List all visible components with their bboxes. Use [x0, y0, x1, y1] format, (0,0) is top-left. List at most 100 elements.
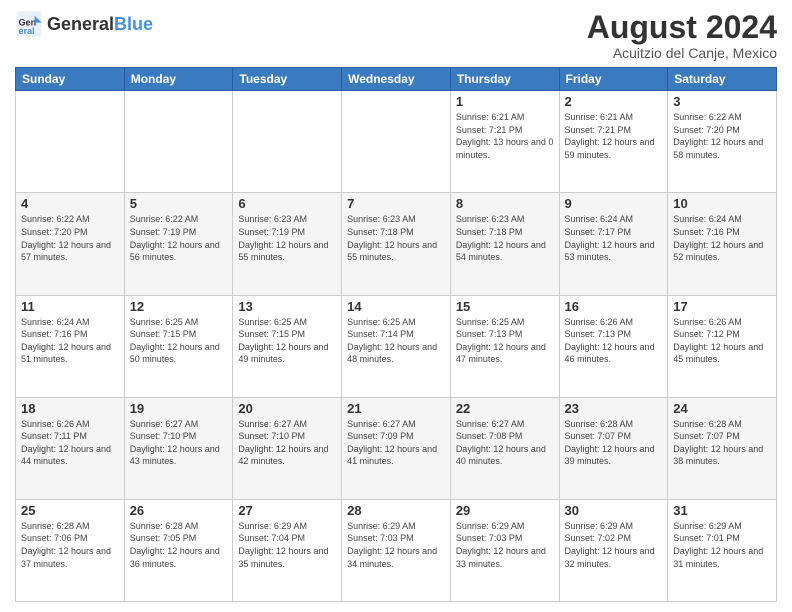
day-info: Sunrise: 6:29 AM Sunset: 7:02 PM Dayligh… — [565, 520, 663, 570]
day-number: 20 — [238, 401, 336, 416]
col-monday: Monday — [124, 68, 233, 91]
table-row: 8 Sunrise: 6:23 AM Sunset: 7:18 PM Dayli… — [450, 193, 559, 295]
calendar-week-row: 25 Sunrise: 6:28 AM Sunset: 7:06 PM Dayl… — [16, 499, 777, 601]
table-row: 29 Sunrise: 6:29 AM Sunset: 7:03 PM Dayl… — [450, 499, 559, 601]
day-number: 14 — [347, 299, 445, 314]
calendar-table: Sunday Monday Tuesday Wednesday Thursday… — [15, 67, 777, 602]
table-row: 12 Sunrise: 6:25 AM Sunset: 7:15 PM Dayl… — [124, 295, 233, 397]
table-row: 5 Sunrise: 6:22 AM Sunset: 7:19 PM Dayli… — [124, 193, 233, 295]
day-number: 15 — [456, 299, 554, 314]
day-info: Sunrise: 6:28 AM Sunset: 7:05 PM Dayligh… — [130, 520, 228, 570]
day-info: Sunrise: 6:25 AM Sunset: 7:15 PM Dayligh… — [130, 316, 228, 366]
logo-icon: Gen eral — [15, 10, 43, 38]
day-number: 6 — [238, 196, 336, 211]
day-info: Sunrise: 6:24 AM Sunset: 7:16 PM Dayligh… — [673, 213, 771, 263]
col-tuesday: Tuesday — [233, 68, 342, 91]
sunrise-text: Sunrise: 6:26 AM — [565, 317, 634, 327]
day-info: Sunrise: 6:28 AM Sunset: 7:06 PM Dayligh… — [21, 520, 119, 570]
day-number: 31 — [673, 503, 771, 518]
daylight-text: Daylight: 12 hours and 38 minutes. — [673, 444, 763, 467]
table-row: 25 Sunrise: 6:28 AM Sunset: 7:06 PM Dayl… — [16, 499, 125, 601]
sunrise-text: Sunrise: 6:28 AM — [673, 419, 742, 429]
table-row: 16 Sunrise: 6:26 AM Sunset: 7:13 PM Dayl… — [559, 295, 668, 397]
sunset-text: Sunset: 7:13 PM — [456, 329, 523, 339]
sunset-text: Sunset: 7:07 PM — [673, 431, 740, 441]
day-info: Sunrise: 6:21 AM Sunset: 7:21 PM Dayligh… — [456, 111, 554, 161]
daylight-text: Daylight: 12 hours and 55 minutes. — [238, 240, 328, 263]
day-info: Sunrise: 6:27 AM Sunset: 7:10 PM Dayligh… — [130, 418, 228, 468]
sunset-text: Sunset: 7:11 PM — [21, 431, 87, 441]
table-row: 7 Sunrise: 6:23 AM Sunset: 7:18 PM Dayli… — [342, 193, 451, 295]
day-info: Sunrise: 6:29 AM Sunset: 7:03 PM Dayligh… — [456, 520, 554, 570]
title-block: August 2024 Acuitzio del Canje, Mexico — [587, 10, 777, 61]
table-row: 23 Sunrise: 6:28 AM Sunset: 7:07 PM Dayl… — [559, 397, 668, 499]
sunrise-text: Sunrise: 6:29 AM — [456, 521, 525, 531]
sunrise-text: Sunrise: 6:21 AM — [565, 112, 634, 122]
main-title: August 2024 — [587, 10, 777, 45]
sunset-text: Sunset: 7:02 PM — [565, 533, 632, 543]
daylight-text: Daylight: 12 hours and 32 minutes. — [565, 546, 655, 569]
col-saturday: Saturday — [668, 68, 777, 91]
day-number: 26 — [130, 503, 228, 518]
sunset-text: Sunset: 7:15 PM — [238, 329, 305, 339]
day-info: Sunrise: 6:22 AM Sunset: 7:20 PM Dayligh… — [673, 111, 771, 161]
sunset-text: Sunset: 7:01 PM — [673, 533, 740, 543]
table-row — [342, 91, 451, 193]
table-row: 13 Sunrise: 6:25 AM Sunset: 7:15 PM Dayl… — [233, 295, 342, 397]
daylight-text: Daylight: 12 hours and 47 minutes. — [456, 342, 546, 365]
sunset-text: Sunset: 7:18 PM — [347, 227, 414, 237]
day-number: 3 — [673, 94, 771, 109]
day-info: Sunrise: 6:29 AM Sunset: 7:01 PM Dayligh… — [673, 520, 771, 570]
sunrise-text: Sunrise: 6:26 AM — [21, 419, 90, 429]
sunrise-text: Sunrise: 6:23 AM — [347, 214, 416, 224]
sunrise-text: Sunrise: 6:25 AM — [347, 317, 416, 327]
day-info: Sunrise: 6:23 AM Sunset: 7:19 PM Dayligh… — [238, 213, 336, 263]
table-row: 6 Sunrise: 6:23 AM Sunset: 7:19 PM Dayli… — [233, 193, 342, 295]
sunrise-text: Sunrise: 6:25 AM — [456, 317, 525, 327]
daylight-text: Daylight: 12 hours and 35 minutes. — [238, 546, 328, 569]
day-number: 19 — [130, 401, 228, 416]
sunrise-text: Sunrise: 6:27 AM — [347, 419, 416, 429]
daylight-text: Daylight: 12 hours and 46 minutes. — [565, 342, 655, 365]
sunrise-text: Sunrise: 6:24 AM — [21, 317, 90, 327]
sunrise-text: Sunrise: 6:28 AM — [21, 521, 90, 531]
day-number: 28 — [347, 503, 445, 518]
day-info: Sunrise: 6:23 AM Sunset: 7:18 PM Dayligh… — [456, 213, 554, 263]
daylight-text: Daylight: 13 hours and 0 minutes. — [456, 137, 554, 160]
logo-blue-text: Blue — [114, 14, 153, 34]
day-number: 29 — [456, 503, 554, 518]
logo-text: GeneralBlue — [47, 15, 153, 33]
table-row — [16, 91, 125, 193]
table-row — [233, 91, 342, 193]
day-info: Sunrise: 6:26 AM Sunset: 7:12 PM Dayligh… — [673, 316, 771, 366]
day-info: Sunrise: 6:28 AM Sunset: 7:07 PM Dayligh… — [673, 418, 771, 468]
day-number: 10 — [673, 196, 771, 211]
sunrise-text: Sunrise: 6:22 AM — [21, 214, 90, 224]
daylight-text: Daylight: 12 hours and 59 minutes. — [565, 137, 655, 160]
table-row: 14 Sunrise: 6:25 AM Sunset: 7:14 PM Dayl… — [342, 295, 451, 397]
day-number: 12 — [130, 299, 228, 314]
daylight-text: Daylight: 12 hours and 49 minutes. — [238, 342, 328, 365]
day-number: 7 — [347, 196, 445, 211]
sunrise-text: Sunrise: 6:21 AM — [456, 112, 525, 122]
daylight-text: Daylight: 12 hours and 41 minutes. — [347, 444, 437, 467]
table-row: 1 Sunrise: 6:21 AM Sunset: 7:21 PM Dayli… — [450, 91, 559, 193]
table-row: 21 Sunrise: 6:27 AM Sunset: 7:09 PM Dayl… — [342, 397, 451, 499]
table-row: 24 Sunrise: 6:28 AM Sunset: 7:07 PM Dayl… — [668, 397, 777, 499]
sunrise-text: Sunrise: 6:27 AM — [238, 419, 307, 429]
day-info: Sunrise: 6:22 AM Sunset: 7:20 PM Dayligh… — [21, 213, 119, 263]
table-row: 18 Sunrise: 6:26 AM Sunset: 7:11 PM Dayl… — [16, 397, 125, 499]
sunrise-text: Sunrise: 6:24 AM — [673, 214, 742, 224]
daylight-text: Daylight: 12 hours and 56 minutes. — [130, 240, 220, 263]
daylight-text: Daylight: 12 hours and 33 minutes. — [456, 546, 546, 569]
table-row: 11 Sunrise: 6:24 AM Sunset: 7:16 PM Dayl… — [16, 295, 125, 397]
table-row — [124, 91, 233, 193]
sunset-text: Sunset: 7:12 PM — [673, 329, 740, 339]
day-number: 5 — [130, 196, 228, 211]
sunrise-text: Sunrise: 6:25 AM — [130, 317, 199, 327]
sunset-text: Sunset: 7:20 PM — [21, 227, 88, 237]
sunrise-text: Sunrise: 6:23 AM — [456, 214, 525, 224]
sunset-text: Sunset: 7:21 PM — [565, 125, 632, 135]
table-row: 10 Sunrise: 6:24 AM Sunset: 7:16 PM Dayl… — [668, 193, 777, 295]
daylight-text: Daylight: 12 hours and 58 minutes. — [673, 137, 763, 160]
